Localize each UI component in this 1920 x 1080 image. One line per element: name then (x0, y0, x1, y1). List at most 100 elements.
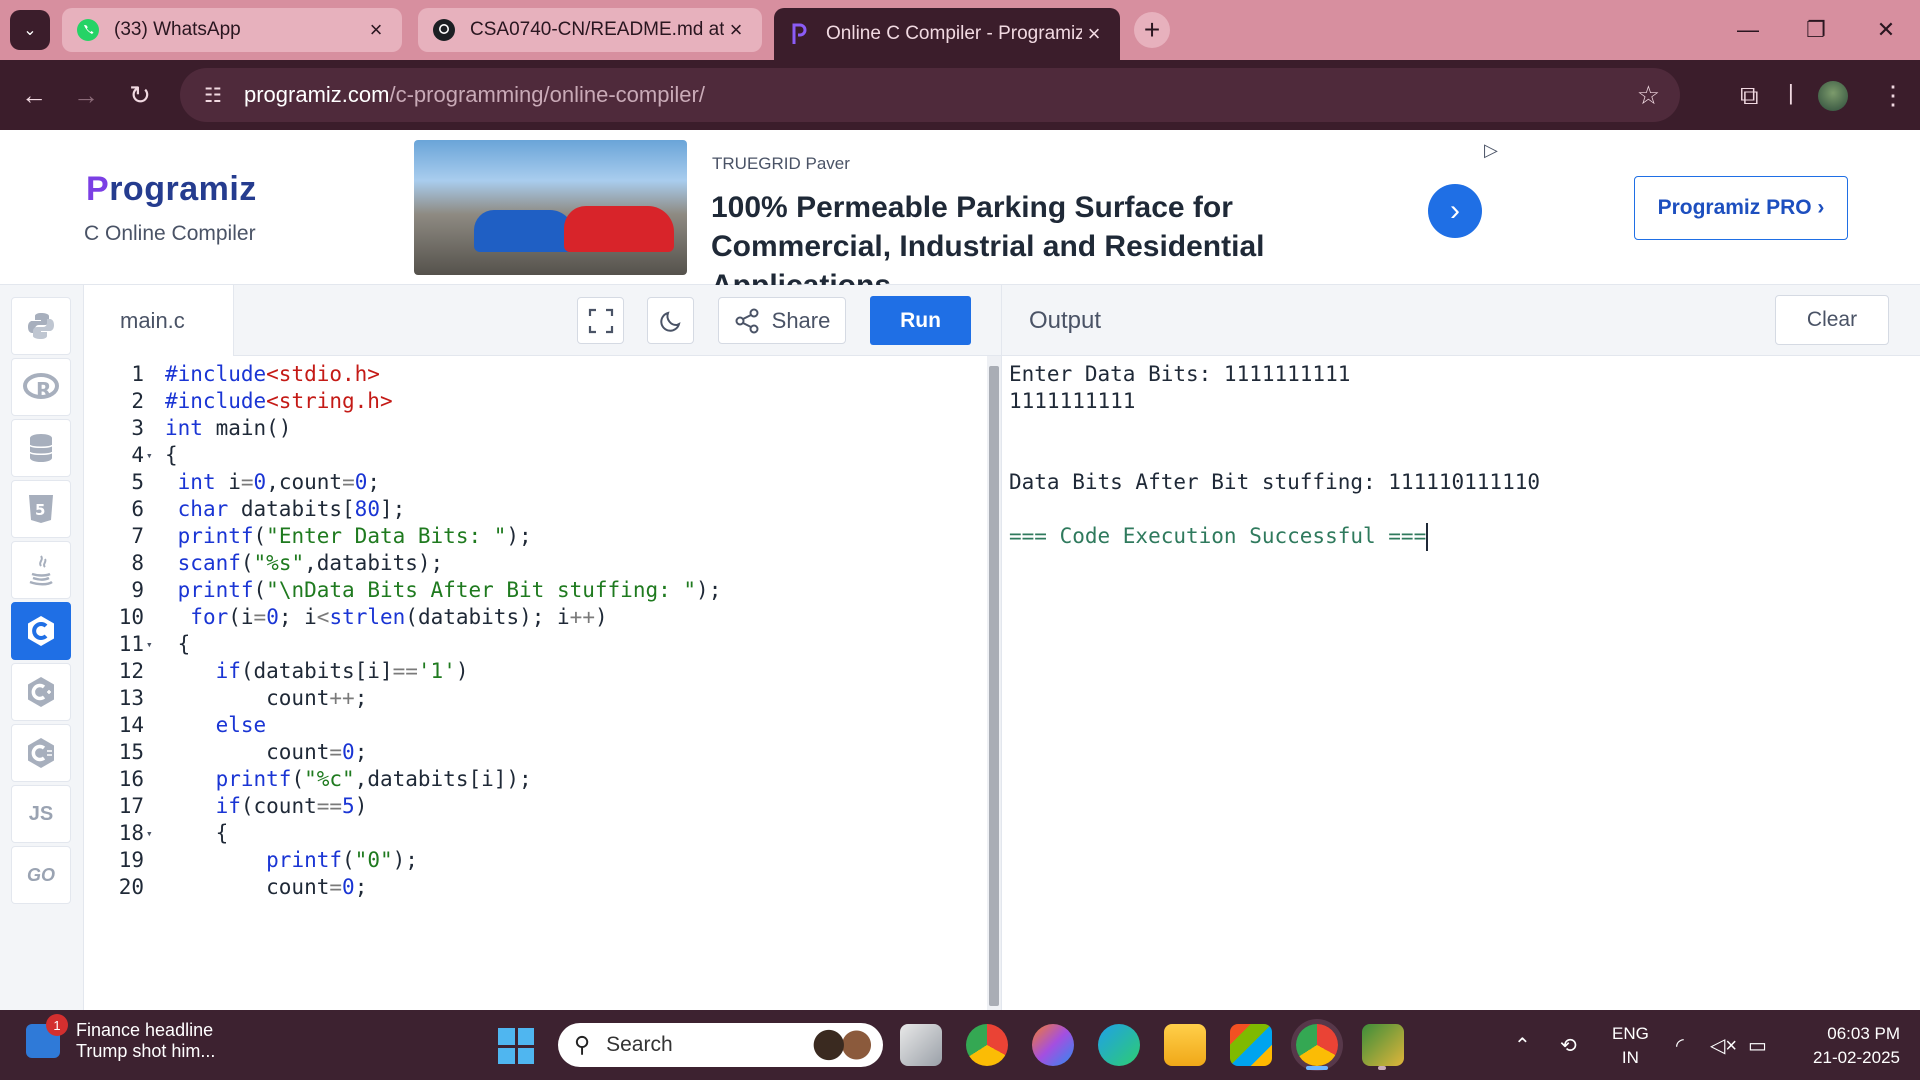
profile-avatar[interactable] (1818, 81, 1848, 111)
scrollbar-thumb[interactable] (989, 366, 999, 1006)
ad-car-red (564, 206, 674, 252)
news-widget[interactable]: 1 Finance headline Trump shot him... (26, 1014, 216, 1062)
browser-tab-bar: ⌄ (33) WhatsApp × CSA0740-CN/README.md a… (0, 0, 1920, 60)
language-indicator[interactable]: ENG IN (1612, 1022, 1649, 1070)
programiz-pro-button[interactable]: Programiz PRO › (1634, 176, 1848, 240)
site-header: Programiz C Online Compiler TRUEGRID Pav… (0, 130, 1920, 302)
region-code: IN (1621, 1048, 1639, 1067)
search-highlight-image (809, 1027, 875, 1063)
fold-arrow-icon[interactable]: ▾ (146, 628, 160, 661)
new-tab-button[interactable]: + (1134, 12, 1170, 48)
chrome-icon[interactable] (966, 1024, 1008, 1066)
clear-button[interactable]: Clear (1775, 295, 1889, 345)
fullscreen-icon[interactable] (577, 297, 624, 344)
javascript-icon[interactable]: JS (11, 785, 71, 843)
page-subtitle: C Online Compiler (84, 222, 256, 245)
logo-letter: P (86, 170, 110, 208)
dark-mode-moon-icon[interactable] (647, 297, 694, 344)
github-icon (432, 18, 456, 42)
microsoft-store-icon[interactable] (1230, 1024, 1272, 1066)
wifi-icon[interactable]: ◜ (1676, 1010, 1684, 1080)
tab-github[interactable]: CSA0740-CN/README.md at m × (418, 8, 762, 52)
share-label: Share (771, 307, 831, 333)
programiz-logo[interactable]: Programiz (86, 170, 257, 209)
notification-badge: 1 (46, 1014, 68, 1036)
address-bar[interactable]: ☷ programiz.com/c-programming/online-com… (180, 68, 1680, 122)
news-icon: 1 (26, 1014, 68, 1058)
close-icon[interactable]: × (364, 17, 388, 43)
tab-title: (33) WhatsApp (114, 19, 241, 40)
minimize-button[interactable]: — (1718, 10, 1778, 50)
toolbar-divider: | (1788, 80, 1794, 105)
programiz-icon (788, 22, 812, 46)
windows-start-icon[interactable] (498, 1028, 534, 1064)
forward-icon[interactable]: → (68, 77, 104, 113)
volume-muted-icon[interactable]: ◁× (1710, 1010, 1737, 1080)
ad-arrow-button[interactable]: › (1428, 184, 1482, 238)
language-sidebar: R 5 JS GO (0, 285, 84, 1010)
html5-icon[interactable]: 5 (11, 480, 71, 538)
system-clock[interactable]: 06:03 PM 21-02-2025 (1790, 1022, 1900, 1070)
language-code: ENG (1612, 1024, 1649, 1043)
reload-icon[interactable]: ↻ (122, 77, 158, 113)
tab-programiz[interactable]: Online C Compiler - Programiz × (774, 8, 1120, 60)
restore-button[interactable]: ❐ (1786, 10, 1846, 50)
r-language-icon[interactable]: R (11, 358, 71, 416)
menu-kebab-icon[interactable]: ⋮ (1880, 80, 1906, 111)
sql-database-icon[interactable] (11, 419, 71, 477)
ad-choices-icon[interactable]: ▷ (1484, 140, 1498, 161)
app-running-indicator (1378, 1066, 1386, 1070)
editor-scrollbar[interactable] (987, 356, 1001, 1010)
golang-icon[interactable]: GO (11, 846, 71, 904)
edge-icon[interactable] (1098, 1024, 1140, 1066)
tab-whatsapp[interactable]: (33) WhatsApp × (62, 8, 402, 52)
tab-title: CSA0740-CN/README.md at m (470, 19, 724, 40)
logo-text: rogramiz (109, 170, 257, 208)
battery-icon[interactable]: ▭ (1748, 1010, 1767, 1080)
svg-text:R: R (36, 378, 51, 402)
taskbar-search[interactable]: ⚲ Search (558, 1023, 883, 1067)
fold-arrow-icon[interactable]: ▾ (146, 439, 160, 472)
ad-sponsor[interactable]: TRUEGRID Paver (712, 154, 850, 174)
news-subtitle: Trump shot him... (76, 1041, 216, 1061)
tab-search-button[interactable]: ⌄ (10, 10, 50, 50)
csharp-icon[interactable] (11, 724, 71, 782)
share-button[interactable]: Share (718, 297, 846, 344)
news-title: Finance headline (76, 1020, 214, 1040)
site-info-icon[interactable]: ☷ (198, 80, 228, 110)
ad-image[interactable] (414, 140, 687, 275)
clock-date: 21-02-2025 (1813, 1048, 1900, 1067)
python-icon[interactable] (11, 297, 71, 355)
c-language-icon[interactable] (11, 602, 71, 660)
code-editor[interactable]: 1 #include<stdio.h> 2 #include<string.h> 3 in… (84, 356, 987, 1010)
close-icon[interactable]: × (724, 17, 748, 43)
java-icon[interactable] (11, 541, 71, 599)
file-tab-main-c[interactable]: main.c (84, 285, 234, 356)
browser-toolbar: ← → ↻ ☷ programiz.com/c-programming/onli… (0, 60, 1920, 130)
tab-title: Online C Compiler - Programiz (826, 23, 1082, 44)
show-hidden-icons-chevron-icon[interactable]: ⌃ (1514, 1010, 1531, 1080)
cpp-icon[interactable] (11, 663, 71, 721)
code-text: int main() (165, 416, 292, 440)
output-line: 1111111111 (1009, 389, 1136, 413)
output-header: Output Clear (1001, 285, 1920, 356)
task-view-icon[interactable] (900, 1024, 942, 1066)
copilot-icon[interactable] (1032, 1024, 1074, 1066)
chrome-profile-icon[interactable] (1296, 1024, 1338, 1066)
fold-arrow-icon[interactable]: ▾ (146, 817, 160, 850)
code-text: for(i=0; i<strlen(databits); i++) (190, 605, 608, 629)
bookmark-star-icon[interactable]: ☆ (1637, 80, 1660, 111)
close-window-button[interactable]: ✕ (1856, 10, 1916, 50)
share-icon (735, 308, 759, 333)
file-explorer-icon[interactable] (1164, 1024, 1206, 1066)
run-button[interactable]: Run (870, 296, 971, 345)
extensions-icon[interactable]: ⧉ (1740, 80, 1759, 112)
back-icon[interactable]: ← (16, 77, 52, 113)
search-icon: ⚲ (574, 1032, 591, 1057)
editor-toolbar: main.c Share Run (84, 285, 1001, 356)
sync-icon[interactable]: ⟲ (1560, 1010, 1577, 1080)
output-line: === Code Execution Successful === (1009, 520, 1429, 553)
output-console[interactable]: Enter Data Bits: 1111111111 1111111111 Dat… (1001, 356, 1920, 1010)
close-icon[interactable]: × (1082, 21, 1106, 47)
app-shortcut-icon[interactable] (1362, 1024, 1404, 1066)
